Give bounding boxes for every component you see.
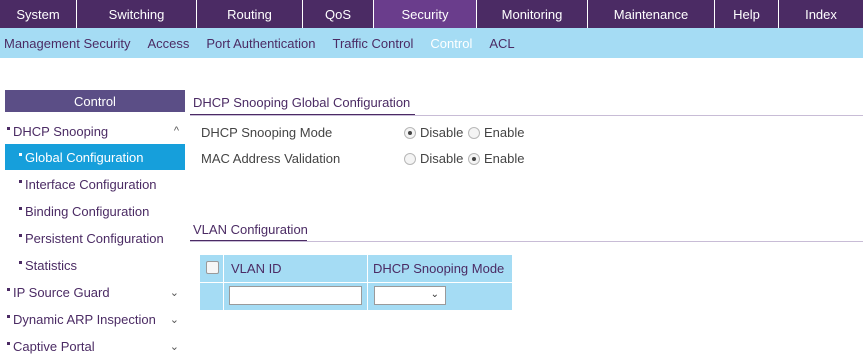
mode-enable-radio[interactable]: Enable (468, 125, 524, 140)
bullet-icon (19, 260, 22, 264)
sidebar-item-persistent-configuration[interactable]: Persistent Configuration (5, 225, 185, 251)
mac-address-validation-label: MAC Address Validation (201, 151, 341, 166)
radio-unchecked-icon (468, 126, 480, 139)
sidebar-item-label: Binding Configuration (25, 203, 150, 219)
sidebar-item-dynamic-arp-inspection[interactable]: Dynamic ARP Inspection ⌄ (5, 306, 185, 332)
vlan-id-input[interactable] (229, 286, 362, 305)
subnav-acl[interactable]: ACL (489, 36, 514, 51)
bullet-icon (19, 233, 22, 237)
chevron-down-icon: ⌄ (169, 286, 179, 299)
mode-disable-radio[interactable]: Disable (404, 125, 463, 140)
sidebar-item-label: IP Source Guard (13, 284, 110, 300)
mac-disable-radio[interactable]: Disable (404, 151, 463, 166)
bullet-icon (7, 126, 10, 130)
section-divider (190, 241, 863, 242)
tab-monitoring[interactable]: Monitoring (477, 0, 588, 28)
subnav-traffic-control[interactable]: Traffic Control (333, 36, 414, 51)
subnav-access[interactable]: Access (147, 36, 189, 51)
chevron-down-icon: ⌄ (169, 313, 179, 326)
radio-label: Disable (420, 125, 464, 140)
sidebar-item-label: Global Configuration (25, 149, 144, 165)
sidebar-item-ip-source-guard[interactable]: IP Source Guard ⌄ (5, 279, 185, 305)
sidebar-item-label: DHCP Snooping (13, 123, 109, 139)
tab-routing[interactable]: Routing (197, 0, 303, 28)
select-all-checkbox[interactable] (206, 261, 219, 274)
radio-label: Enable (484, 151, 525, 166)
chevron-down-icon: ⌄ (169, 340, 179, 353)
tab-switching[interactable]: Switching (77, 0, 197, 28)
sidebar-item-label: Dynamic ARP Inspection (13, 311, 156, 327)
table-col-divider (223, 255, 224, 310)
bullet-icon (7, 287, 10, 291)
radio-checked-icon (468, 152, 480, 165)
dhcp-snooping-mode-label: DHCP Snooping Mode (201, 125, 333, 140)
mac-enable-radio[interactable]: Enable (468, 151, 524, 166)
sidebar-item-global-configuration[interactable]: Global Configuration (5, 144, 185, 170)
section-title-global: DHCP Snooping Global Configuration (193, 95, 411, 110)
radio-label: Enable (484, 125, 525, 140)
top-nav: System Switching Routing QoS Security Mo… (0, 0, 863, 28)
table-row-divider (200, 282, 512, 283)
section-divider (190, 115, 863, 116)
sidebar-item-interface-configuration[interactable]: Interface Configuration (5, 171, 185, 197)
subnav-control[interactable]: Control (430, 36, 472, 51)
chevron-down-icon: ⌄ (430, 289, 439, 300)
tab-help[interactable]: Help (715, 0, 779, 28)
tab-qos[interactable]: QoS (303, 0, 374, 28)
subnav-management-security[interactable]: Management Security (4, 36, 130, 51)
section-title-vlan: VLAN Configuration (193, 222, 308, 237)
radio-label: Disable (420, 151, 464, 166)
bullet-icon (19, 206, 22, 210)
sub-nav: Management Security Access Port Authenti… (0, 28, 863, 58)
tab-system[interactable]: System (0, 0, 77, 28)
radio-checked-icon (404, 126, 416, 139)
sidebar-item-dhcp-snooping[interactable]: DHCP Snooping ^ (5, 118, 185, 144)
sidebar-item-label: Captive Portal (13, 338, 95, 354)
subnav-port-authentication[interactable]: Port Authentication (206, 36, 315, 51)
sidebar-header: Control (5, 90, 185, 112)
bullet-icon (19, 152, 22, 156)
sidebar-item-label: Statistics (25, 257, 78, 273)
chevron-up-icon: ^ (173, 125, 179, 137)
col-header-vlan-id: VLAN ID (231, 261, 282, 276)
sidebar-item-binding-configuration[interactable]: Binding Configuration (5, 198, 185, 224)
sidebar-item-captive-portal[interactable]: Captive Portal ⌄ (5, 333, 185, 359)
col-header-dhcp-snooping-mode: DHCP Snooping Mode (373, 261, 505, 276)
tab-index[interactable]: Index (779, 0, 863, 28)
bullet-icon (19, 179, 22, 183)
sidebar-item-label: Persistent Configuration (25, 230, 164, 246)
bullet-icon (7, 314, 10, 318)
sidebar-item-label: Interface Configuration (25, 176, 157, 192)
tab-security[interactable]: Security (374, 0, 477, 28)
dhcp-snooping-mode-select[interactable]: ⌄ (374, 286, 446, 305)
radio-unchecked-icon (404, 152, 416, 165)
table-col-divider (367, 255, 368, 310)
sidebar-item-statistics[interactable]: Statistics (5, 252, 185, 278)
tab-maintenance[interactable]: Maintenance (588, 0, 715, 28)
bullet-icon (7, 341, 10, 345)
